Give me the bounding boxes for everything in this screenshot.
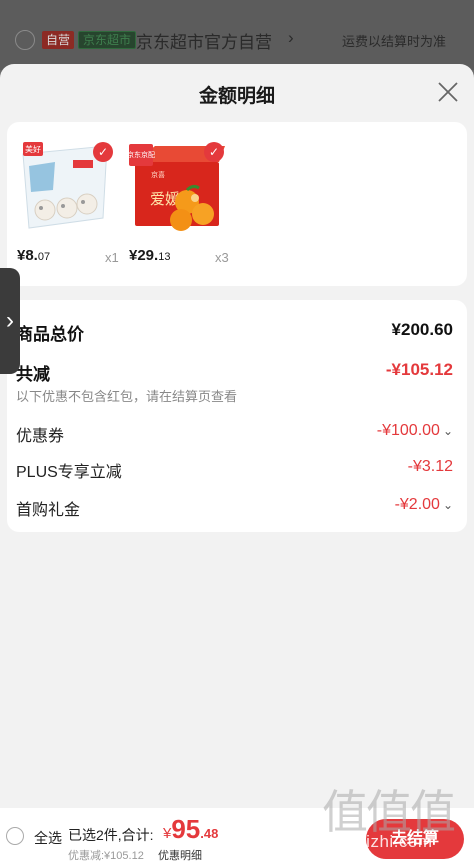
plus-discount-value: -¥3.12 <box>407 458 453 475</box>
discount-note: 以下优惠不包含红包，请在结算页查看 <box>16 389 238 404</box>
shipping-note: 运费以结算时为准 <box>342 34 447 49</box>
product-1-price: ¥8.07 <box>17 247 51 264</box>
price-details-card: 商品总价 ¥200.60 共减 -¥105.12 以下优惠不包含红包，请在结算页… <box>7 300 467 532</box>
first-buy-value-row[interactable]: -¥2.00 ⌄ <box>395 496 453 514</box>
chevron-down-icon: ⌄ <box>442 424 453 438</box>
product-1-check-icon[interactable]: ✓ <box>93 142 113 162</box>
product-1-qty: x1 <box>105 250 119 265</box>
store-select-radio[interactable] <box>15 30 35 50</box>
side-drawer-handle[interactable]: › <box>0 268 20 374</box>
product-2-price: ¥29.13 <box>129 247 171 264</box>
chevron-right-icon: › <box>288 28 294 47</box>
product-2-qty: x3 <box>215 250 229 265</box>
checkout-bar: 全选 已选2件,合计: ¥95.48 优惠减:¥105.12 优惠明细 去结算 <box>0 808 474 862</box>
orange-tag-text: 京东京配 <box>127 150 155 159</box>
jd-supermarket-tag: 京东超市 <box>78 31 137 49</box>
first-buy-label: 首购礼金 <box>16 502 81 519</box>
close-icon[interactable] <box>436 80 460 104</box>
checkout-button[interactable]: 去结算 <box>366 819 464 859</box>
goods-total-label: 商品总价 <box>16 325 84 344</box>
products-card: 美好 ✓ ¥8.07 x1 京东京配 京喜 爱媛 ✓ ¥29.13 x3 <box>7 122 467 286</box>
amount-detail-sheet: 金额明细 美好 ✓ ¥8.07 x1 京东京配 京喜 爱媛 ✓ ¥29.13 x… <box>0 64 474 862</box>
plus-discount-label: PLUS专享立减 <box>16 464 122 481</box>
chevron-down-icon: ⌄ <box>442 498 453 512</box>
select-all-radio[interactable] <box>6 827 24 845</box>
dumplings-brand: 美好 <box>25 144 41 154</box>
total-discount-label: 共减 <box>16 365 50 384</box>
coupon-label: 优惠券 <box>16 428 65 445</box>
goods-total-value: ¥200.60 <box>391 320 453 339</box>
selected-summary: 已选2件,合计: <box>68 827 154 843</box>
chevron-right-icon: › <box>6 307 14 334</box>
background-store-header: 自营 京东超市 京东超市官方自营 › 运费以结算时为准 <box>0 0 474 70</box>
first-buy-value: -¥2.00 <box>394 496 440 513</box>
coupon-value: -¥100.00 <box>376 422 440 439</box>
coupon-value-row[interactable]: -¥100.00 ⌄ <box>377 422 453 440</box>
product-2-check-icon[interactable]: ✓ <box>204 142 224 162</box>
total-amount: ¥95.48 <box>163 814 219 844</box>
select-all-label[interactable]: 全选 <box>34 828 62 848</box>
self-operated-tag: 自营 <box>42 31 75 49</box>
total-discount-value: -¥105.12 <box>385 360 453 379</box>
discount-summary: 优惠减:¥105.12 <box>68 850 144 862</box>
sheet-title: 金额明细 <box>198 86 275 107</box>
store-name[interactable]: 京东超市官方自营 <box>136 28 272 53</box>
orange-brand-text: 京喜 <box>151 170 165 179</box>
discount-detail-link[interactable]: 优惠明细 <box>158 847 202 862</box>
